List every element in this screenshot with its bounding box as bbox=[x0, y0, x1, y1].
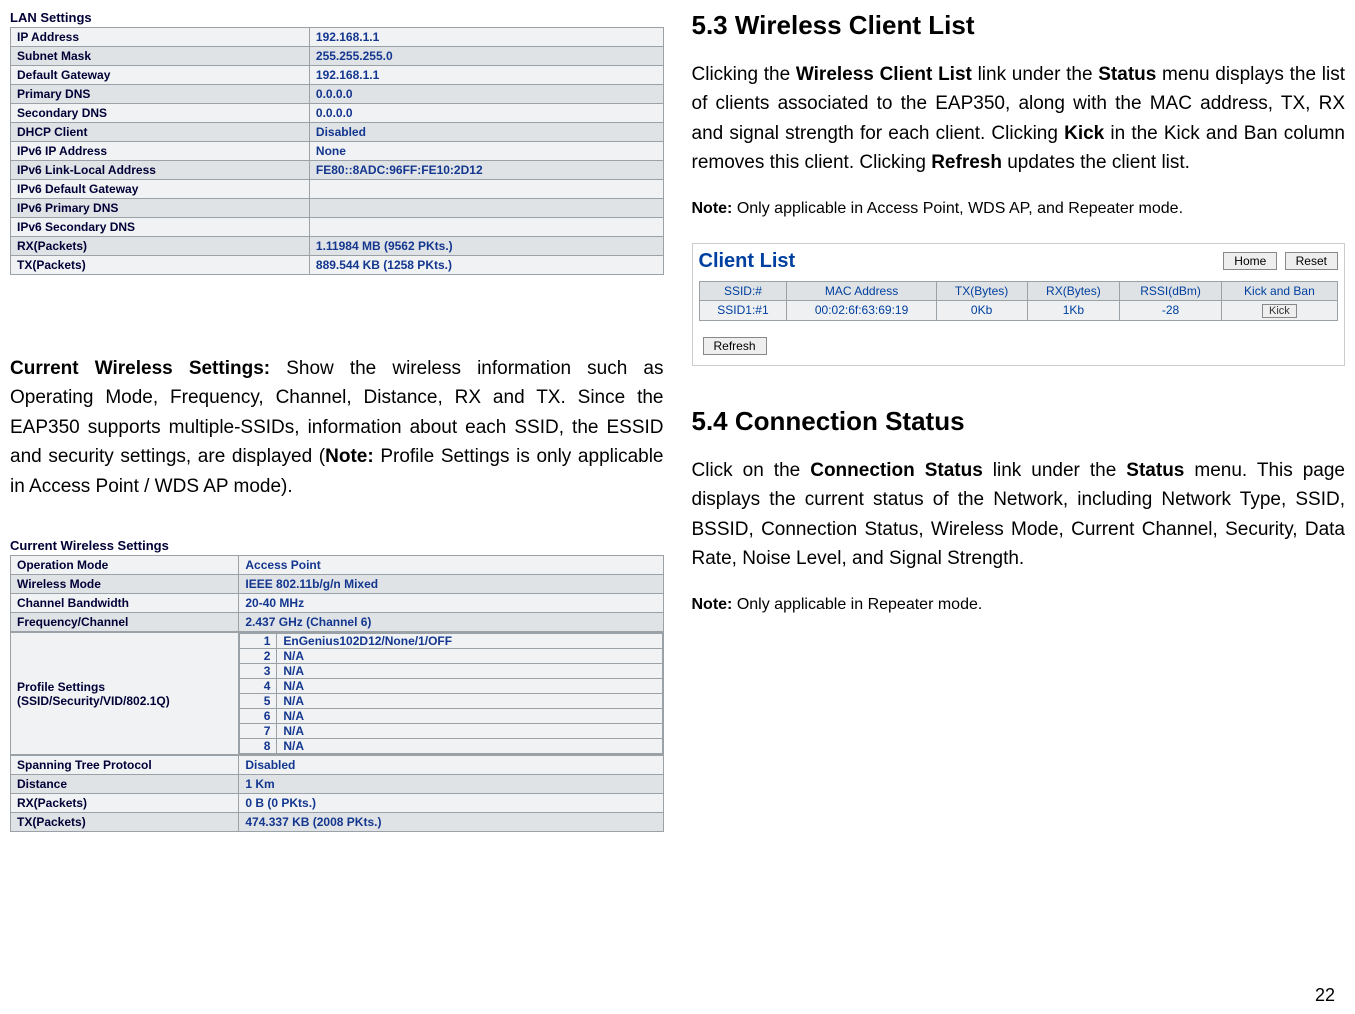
table-row: 7N/A bbox=[240, 724, 662, 739]
cws-profile: Profile Settings (SSID/Security/VID/802.… bbox=[10, 632, 664, 755]
table-row: Frequency/Channel2.437 GHz (Channel 6) bbox=[11, 613, 664, 632]
table-row: DHCP ClientDisabled bbox=[11, 123, 664, 142]
paragraph-5-3: Clicking the Wireless Client List link u… bbox=[692, 60, 1346, 178]
cw-note-label: Note: bbox=[325, 446, 374, 467]
refresh-button[interactable]: Refresh bbox=[703, 337, 767, 355]
lan-settings-table: IP Address192.168.1.1Subnet Mask255.255.… bbox=[10, 27, 664, 275]
table-row: Subnet Mask255.255.255.0 bbox=[11, 47, 664, 66]
col-rssi: RSSI(dBm) bbox=[1120, 281, 1222, 300]
col-kick: Kick and Ban bbox=[1221, 281, 1337, 300]
table-row: IPv6 Default Gateway bbox=[11, 180, 664, 199]
table-row: Wireless ModeIEEE 802.11b/g/n Mixed bbox=[11, 575, 664, 594]
table-row: RX(Packets)0 B (0 PKts.) bbox=[11, 794, 664, 813]
table-row: TX(Packets)474.337 KB (2008 PKts.) bbox=[11, 813, 664, 832]
note-5-4: Note: Only applicable in Repeater mode. bbox=[692, 593, 1346, 617]
table-row: 2N/A bbox=[240, 649, 662, 664]
table-row: 1EnGenius102D12/None/1/OFF bbox=[240, 634, 662, 649]
table-row: IPv6 Primary DNS bbox=[11, 199, 664, 218]
table-row: Spanning Tree ProtocolDisabled bbox=[11, 756, 664, 775]
profile-rows: 1EnGenius102D12/None/1/OFF2N/A3N/A4N/A5N… bbox=[239, 633, 662, 754]
table-row: IPv6 IP AddressNone bbox=[11, 142, 664, 161]
kick-button[interactable]: Kick bbox=[1262, 304, 1297, 318]
lan-settings-title: LAN Settings bbox=[10, 10, 664, 27]
table-row: 5N/A bbox=[240, 694, 662, 709]
client-list-title: Client List bbox=[699, 250, 796, 273]
table-row: SSID1:#1 00:02:6f:63:69:19 0Kb 1Kb -28 K… bbox=[699, 300, 1338, 320]
client-list-table: SSID:# MAC Address TX(Bytes) RX(Bytes) R… bbox=[699, 281, 1339, 321]
table-row: Distance1 Km bbox=[11, 775, 664, 794]
profile-label: Profile Settings (SSID/Security/VID/802.… bbox=[11, 633, 239, 755]
note-5-3: Note: Only applicable in Access Point, W… bbox=[692, 197, 1346, 221]
cw-label: Current Wireless Settings: bbox=[10, 358, 270, 379]
col-ssid: SSID:# bbox=[699, 281, 787, 300]
col-mac: MAC Address bbox=[787, 281, 936, 300]
heading-5-3: 5.3 Wireless Client List bbox=[692, 10, 1346, 41]
table-row: Operation ModeAccess Point bbox=[11, 556, 664, 575]
table-row: IPv6 Link-Local AddressFE80::8ADC:96FF:F… bbox=[11, 161, 664, 180]
current-wireless-paragraph: Current Wireless Settings: Show the wire… bbox=[10, 354, 664, 501]
table-row: Channel Bandwidth20-40 MHz bbox=[11, 594, 664, 613]
table-row: IP Address192.168.1.1 bbox=[11, 28, 664, 47]
table-row: RX(Packets)1.11984 MB (9562 PKts.) bbox=[11, 237, 664, 256]
table-row: 8N/A bbox=[240, 739, 662, 754]
cws-tail: Spanning Tree ProtocolDisabledDistance1 … bbox=[10, 755, 664, 832]
table-row: IPv6 Secondary DNS bbox=[11, 218, 664, 237]
col-rx: RX(Bytes) bbox=[1027, 281, 1120, 300]
table-row: 3N/A bbox=[240, 664, 662, 679]
heading-5-4: 5.4 Connection Status bbox=[692, 406, 1346, 437]
table-row: TX(Packets)889.544 KB (1258 PKts.) bbox=[11, 256, 664, 275]
cws-title: Current Wireless Settings bbox=[10, 538, 664, 555]
table-row: Default Gateway192.168.1.1 bbox=[11, 66, 664, 85]
col-tx: TX(Bytes) bbox=[936, 281, 1027, 300]
right-column: 5.3 Wireless Client List Clicking the Wi… bbox=[672, 0, 1355, 1014]
cws-table: Operation ModeAccess PointWireless ModeI… bbox=[10, 555, 664, 632]
table-row: 4N/A bbox=[240, 679, 662, 694]
table-row: Secondary DNS0.0.0.0 bbox=[11, 104, 664, 123]
reset-button[interactable]: Reset bbox=[1285, 252, 1338, 270]
left-column: LAN Settings IP Address192.168.1.1Subnet… bbox=[0, 0, 672, 1014]
client-list-screenshot: Client List Home Reset SSID:# MAC Addres… bbox=[692, 243, 1346, 366]
page-number: 22 bbox=[1315, 985, 1335, 1006]
home-button[interactable]: Home bbox=[1223, 252, 1277, 270]
table-row: Primary DNS0.0.0.0 bbox=[11, 85, 664, 104]
paragraph-5-4: Click on the Connection Status link unde… bbox=[692, 456, 1346, 574]
table-row: 6N/A bbox=[240, 709, 662, 724]
